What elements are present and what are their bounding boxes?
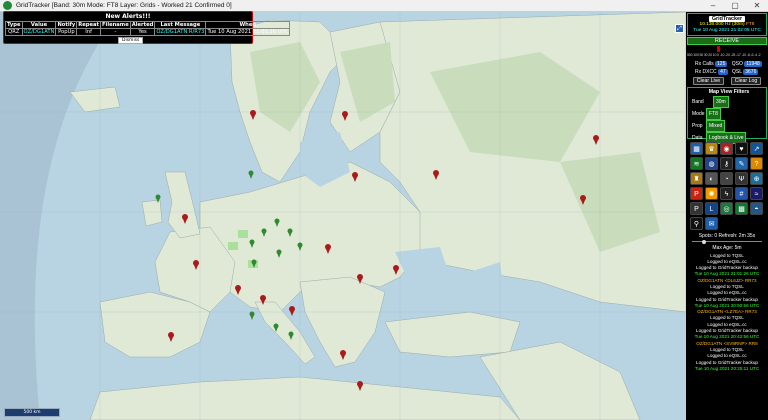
antenna-icon[interactable]: Ψ [735, 171, 748, 185]
slider-thumb[interactable] [702, 239, 706, 244]
alert-repeat: Inf [76, 28, 101, 36]
activity-log: Logged to TQSL Logged to eQSL.cc Logged to… [686, 253, 768, 373]
stats-block: Rx Calls 125 QSO 11948 Rx DXCC 47 QSL 36… [686, 60, 768, 76]
max-age-slider[interactable] [692, 239, 762, 244]
sun-icon[interactable]: ✺ [705, 186, 718, 200]
alerts-col-header: Value [21, 21, 57, 29]
map-scale-bar: 500 km [4, 408, 60, 417]
alerts-heading: New Alerts!!! [105, 13, 151, 20]
chat-icon[interactable]: ✉ [705, 216, 718, 230]
pin-marker-icon[interactable]: ⚲ [690, 216, 703, 230]
mode-select[interactable]: FT8 [706, 107, 721, 120]
qso-value: 11948 [744, 60, 762, 67]
grid-lines-icon[interactable]: # [735, 186, 748, 200]
tool-icon-grid: ▦ ♛ ◉ ♥ ↗ ≋ ◍ ⚷ ✎? ♜ ◐ ◔ Ψ ⊕ P ✺ ϟ # ≈ P L ◎ ▩ ◓ ⚲ ✉ [686, 140, 768, 230]
lightning-icon[interactable]: ϟ [720, 186, 733, 200]
log-icon[interactable]: L [705, 201, 718, 215]
pencil-icon[interactable]: ✎ [735, 156, 748, 170]
rx-dxcc-label: Rx DXCC [695, 68, 717, 75]
alert-type: QRZ [5, 28, 23, 36]
map-view-filters: Map View Filters Band 30m Mode FT8 Prop Mix… [687, 86, 767, 144]
log-line: Tue 10 Aug 2021 21:01:26 UTC [694, 271, 760, 277]
clear-log-button[interactable]: Clear Log [730, 76, 762, 85]
meter-scale: 500 100 50 30 20 10 0 -10 -20 -25 -17 -1… [687, 52, 761, 57]
alert-when: Tue 10 Aug 2021 21:01:26 UTC [205, 28, 291, 36]
world-icon[interactable]: ◓ [750, 201, 763, 215]
fullscreen-icon[interactable]: ⤢ [675, 24, 684, 33]
datetime: Tue 10 Aug 2021 21:02:05 UTC [693, 28, 761, 33]
rx-calls-value: 125 [715, 60, 728, 67]
table-row: QRZ OZ/DG1ATN PopUp Inf - Yes OZ/DG1ATN … [5, 28, 291, 36]
psk-icon[interactable]: ≈ [750, 186, 763, 200]
alerts-col-header: Repeat [76, 21, 101, 29]
close-icon[interactable]: ✕ [746, 1, 768, 10]
alerts-col-header: When [205, 21, 291, 29]
prop-select[interactable]: Mixed [706, 119, 726, 132]
alert-filename: - [100, 28, 131, 36]
clear-live-button[interactable]: Clear Live [692, 76, 725, 85]
log-line: Tue 10 Aug 2021 20:25:11 UTC [694, 365, 760, 371]
key-icon[interactable]: ⚷ [720, 156, 733, 170]
signal-icon[interactable]: ♥ [735, 141, 748, 155]
alert-last-message: OZ/DG1ATN R/R73 [154, 28, 207, 36]
globe-icon[interactable]: ◍ [705, 156, 718, 170]
gridsquare-icon[interactable]: ▩ [735, 201, 748, 215]
filter-label: Band [692, 98, 704, 105]
trophy-icon[interactable]: ♜ [690, 171, 703, 185]
station-info: GridTracker 10.136.000 Hz (30m) FT8 Tue … [687, 13, 767, 36]
right-panel: GridTracker 10.136.000 Hz (30m) FT8 Tue … [686, 12, 768, 420]
qso-label: QSO [731, 60, 743, 67]
chart-icon[interactable]: ↗ [750, 141, 763, 155]
world-map[interactable]: ⤢ [0, 12, 686, 420]
qsl-label: QSL [732, 68, 742, 75]
alerts-col-header: Filename [100, 21, 131, 29]
moon-icon[interactable]: ◐ [705, 171, 718, 185]
alerts-popup: New Alerts!!! Type Value Notify Repeat F… [3, 11, 291, 44]
window-title: GridTracker [Band: 30m Mode: FT8 Layer: … [16, 2, 232, 9]
filter-label: Mode [692, 110, 705, 117]
max-age-label: Max Age: 5m [712, 244, 742, 251]
minimize-icon[interactable]: – [702, 1, 724, 10]
alerts-col-header: Notify [55, 21, 78, 29]
log-line: Logged to GridTracker backup [696, 359, 758, 365]
rx-dxcc-value: 47 [718, 68, 728, 75]
dismiss-button[interactable]: Dismiss [118, 37, 144, 44]
rx-calls-label: Rx Calls [695, 60, 714, 67]
log-line: Tue 10 Aug 2021 20:42:56 UTC [694, 334, 760, 340]
alerts-col-header: Type [5, 21, 23, 29]
frequency: 10.136.000 Hz (30m) [699, 22, 745, 27]
psk-reporter-icon[interactable]: P [690, 201, 703, 215]
globe-grid-icon[interactable]: ⊕ [750, 171, 763, 185]
qsl-value: 3676 [743, 68, 759, 75]
log-line: Logged to GridTracker backup [696, 296, 758, 302]
alert-alerted: Yes [129, 28, 156, 36]
band-select[interactable]: 30m [713, 95, 729, 108]
receive-status: RECEIVE [687, 36, 767, 45]
help-icon[interactable]: ? [750, 156, 763, 170]
alerts-col-header: Last Message [154, 21, 207, 29]
meter-needle [717, 45, 720, 52]
app-logo-icon [3, 1, 12, 10]
mode: FT8 [745, 22, 755, 27]
alerts-col-header: Alerted [129, 21, 156, 29]
maximize-icon[interactable]: ▢ [724, 1, 746, 10]
roster-icon[interactable]: ▦ [690, 141, 703, 155]
alert-value: OZ/DG1ATN [21, 28, 57, 36]
award-icon[interactable]: ♛ [705, 141, 718, 155]
alert-notify: PopUp [55, 28, 78, 36]
earth-icon[interactable]: ◎ [720, 201, 733, 215]
alerts-table: Type Value Notify Repeat Filename Alerte… [5, 21, 291, 36]
spots-line: Spots: 0 Refresh: 2m 35s [698, 232, 756, 239]
filters-title: Map View Filters [708, 88, 750, 95]
pdf-icon[interactable]: P [690, 186, 703, 200]
clock-icon[interactable]: ◔ [720, 171, 733, 185]
wifi-icon[interactable]: ≋ [690, 156, 703, 170]
map-pin-icon[interactable]: ◉ [720, 141, 733, 155]
signal-meter: 500 100 50 30 20 10 0 -10 -20 -25 -17 -1… [687, 45, 767, 60]
filter-label: Prop [692, 122, 703, 129]
map-canvas [0, 12, 686, 420]
